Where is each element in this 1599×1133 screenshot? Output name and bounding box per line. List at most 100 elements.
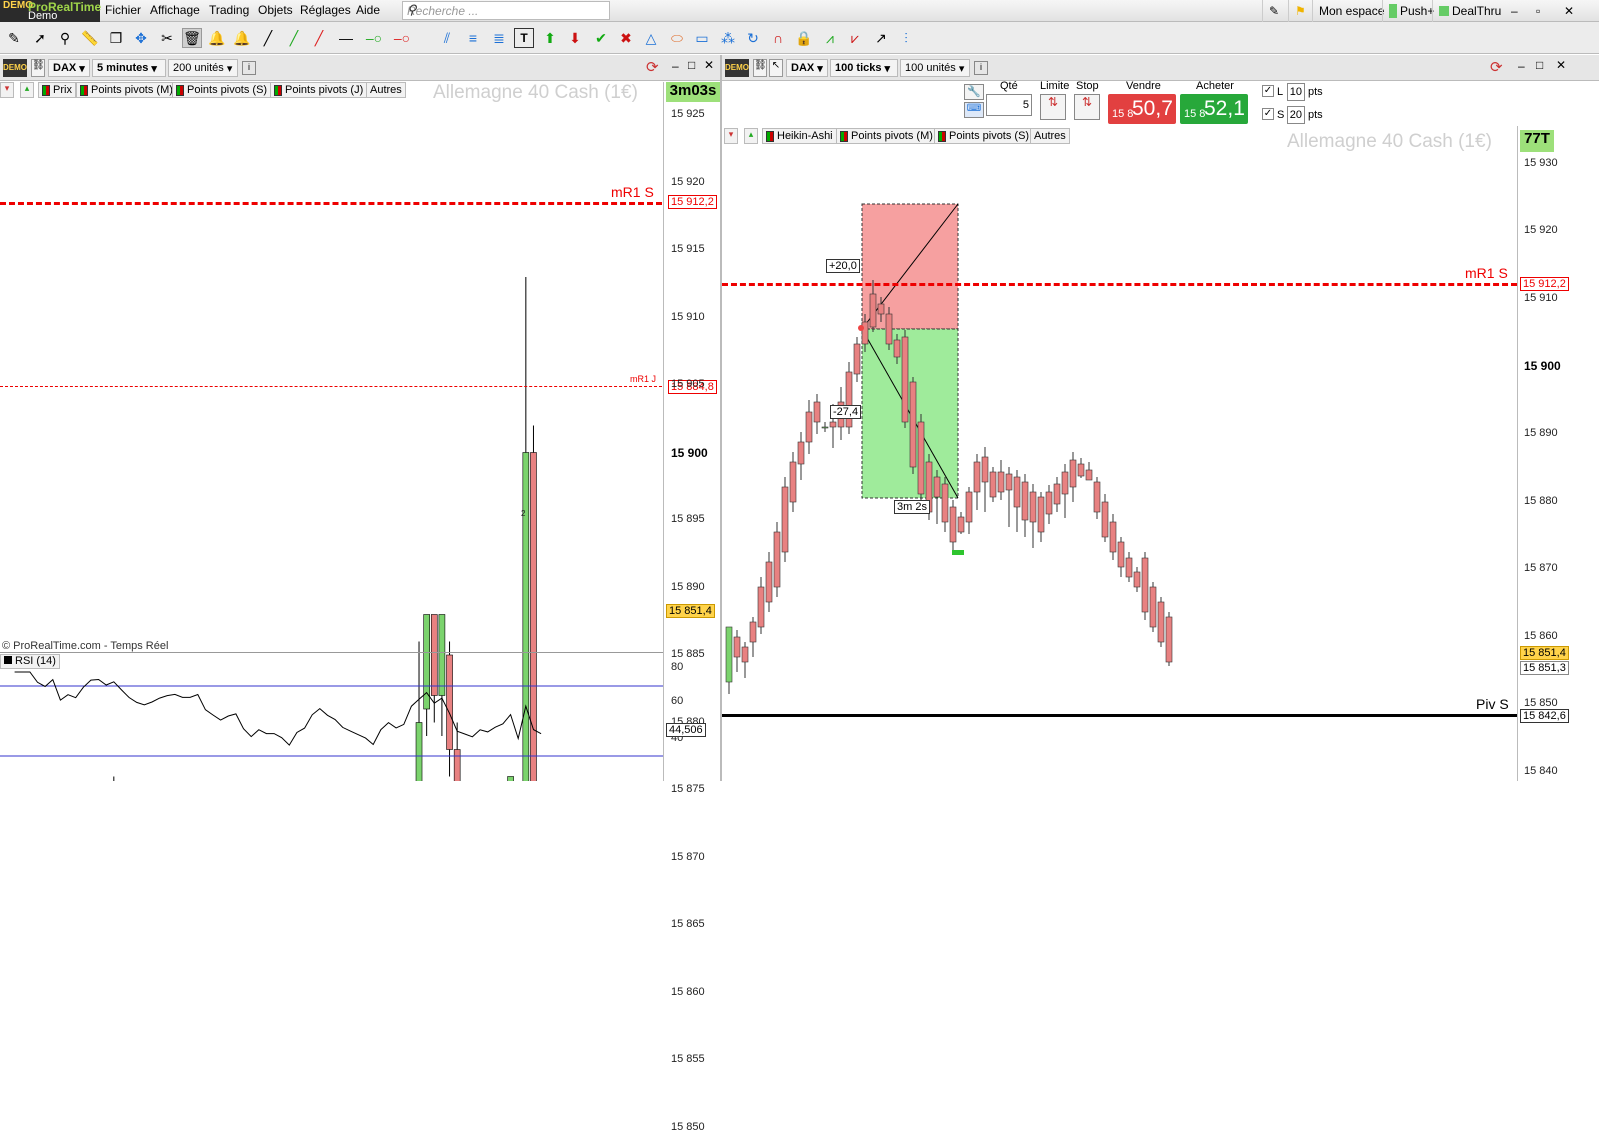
menu-fichier[interactable]: Fichier [105, 3, 141, 17]
arrow-down-icon[interactable]: ⬇ [565, 28, 585, 48]
left-axis-label: 15 895 [671, 513, 705, 525]
sync-icon[interactable]: ⟳ [1490, 58, 1503, 76]
panel-maximize-icon[interactable]: □ [688, 58, 695, 72]
pivs-line[interactable] [722, 714, 1517, 717]
mr1s-line[interactable] [0, 202, 662, 205]
instrument-select[interactable]: DAX ▾ [48, 59, 90, 77]
drawing-toolbar: ✎ ➚ ⚲ 📏 ❐ ✥ ✂ 🗑 🔔 🔔 ╱ ╱ ╱ — –○ –○ ⫽ ≡ ≣ … [0, 22, 1599, 54]
info-icon[interactable]: i [974, 61, 988, 75]
info-icon[interactable]: i [242, 61, 256, 75]
arrow-diag-icon[interactable]: ↗ [871, 28, 891, 48]
right-price-chart[interactable] [722, 82, 1599, 781]
search-input[interactable]: Recherche ... ⚲ [402, 1, 610, 20]
panel-minimize-icon[interactable]: – [1518, 59, 1525, 73]
ha-body [1021, 481, 1029, 521]
trend-icon[interactable]: ⩘ [820, 28, 840, 48]
ha-body [989, 471, 997, 498]
ha-body [733, 636, 741, 658]
line-red-icon[interactable]: ╱ [309, 28, 329, 48]
hline-icon[interactable]: — [336, 28, 356, 48]
right-chart-area: 🔧 ⌨ Qté 5 Limite ⇅ Stop ⇅ Vendre 15 8 50… [722, 80, 1599, 781]
instrument-select[interactable]: DAX ▾ [786, 59, 828, 77]
channel-icon[interactable]: ⫽ [437, 28, 457, 48]
units-select[interactable]: 100 unités ▾ [900, 59, 970, 77]
left-axis-label: 15 910 [671, 310, 705, 323]
magnet-icon[interactable]: ∩ [768, 28, 788, 48]
pitchfork-icon[interactable]: ⁂ [718, 28, 738, 48]
pen-settings-icon[interactable]: ✎ [1262, 0, 1288, 22]
cursor-icon[interactable]: ➚ [30, 28, 50, 48]
timeframe-select[interactable]: 5 minutes ▾ [92, 59, 166, 77]
menu-reglages[interactable]: Réglages [300, 3, 351, 17]
ha-body [789, 461, 797, 503]
hline-green-icon[interactable]: –○ [364, 28, 384, 48]
right-axis-label: 15 840 [1524, 765, 1558, 778]
panel-maximize-icon[interactable]: □ [1536, 58, 1543, 72]
link-icon[interactable]: ⛓ [31, 59, 45, 77]
ha-body [1053, 483, 1061, 505]
pencil-icon[interactable]: ✎ [4, 28, 24, 48]
ha-body [997, 471, 1005, 493]
menu-affichage[interactable]: Affichage [150, 3, 200, 17]
cursor-mode-icon[interactable]: ↖ [769, 59, 783, 77]
fibonacci-icon[interactable]: ≡ [463, 28, 483, 48]
tools-icon[interactable]: ✂ [157, 28, 177, 48]
menu-trading[interactable]: Trading [209, 3, 249, 17]
panel-close-icon[interactable]: ✕ [704, 58, 714, 72]
mr1s-line[interactable] [722, 283, 1517, 286]
rsi-swatch-icon [4, 656, 12, 664]
move-icon[interactable]: ✥ [131, 28, 151, 48]
close-icon[interactable]: ✕ [1558, 0, 1580, 22]
left-axis-label: 15 850 [671, 1120, 705, 1133]
maximize-icon[interactable]: ▫ [1530, 0, 1546, 22]
mr1j-line[interactable] [0, 386, 662, 387]
rsi-legend[interactable]: RSI (14) [0, 654, 60, 669]
copy-icon[interactable]: ❐ [106, 28, 126, 48]
units-select[interactable]: 200 unités ▾ [168, 59, 238, 77]
demo-icon: DEMO [725, 59, 749, 77]
dealthru-button[interactable]: DealThru [1432, 0, 1507, 22]
ha-body [797, 441, 805, 465]
fib-fan-icon[interactable]: ≣ [489, 28, 509, 48]
rsi-separator[interactable] [0, 652, 663, 653]
flag-icon[interactable]: ⚑ [1288, 0, 1312, 22]
ha-body [877, 303, 885, 315]
entry-dot [858, 325, 864, 331]
text-icon[interactable]: T [514, 28, 534, 48]
panel-close-icon[interactable]: ✕ [1556, 58, 1566, 72]
trash-icon[interactable]: 🗑 [182, 28, 202, 48]
minimize-icon[interactable]: – [1505, 0, 1524, 22]
menu-objets[interactable]: Objets [258, 3, 293, 17]
ha-body [749, 621, 757, 643]
link-icon[interactable]: ⛓ [753, 59, 767, 77]
ha-body [781, 486, 789, 553]
panel-minimize-icon[interactable]: – [672, 59, 679, 73]
zigzag-icon[interactable]: ⩗ [845, 28, 865, 48]
ha-body [973, 461, 981, 493]
bell-alert-icon[interactable]: 🔔 [207, 28, 227, 48]
sync-icon[interactable]: ⟳ [646, 58, 659, 76]
hline-red-icon[interactable]: –○ [392, 28, 412, 48]
ruler-icon[interactable]: 📏 [80, 28, 100, 48]
lock-icon[interactable]: 🔒 [794, 28, 814, 48]
arrow-up-icon[interactable]: ⬆ [540, 28, 560, 48]
cycle-icon[interactable]: ↻ [743, 28, 763, 48]
line-green-icon[interactable]: ╱ [284, 28, 304, 48]
rsi-line [14, 671, 542, 746]
search-icon[interactable]: ⚲ [407, 2, 606, 18]
zoom-icon[interactable]: ⚲ [55, 28, 75, 48]
triangle-icon[interactable]: △ [641, 28, 661, 48]
fib-time-icon[interactable]: ⫶ [896, 28, 916, 48]
bell-icon[interactable]: 🔔 [232, 28, 252, 48]
ha-body [757, 586, 765, 628]
line-black-icon[interactable]: ╱ [258, 28, 278, 48]
timeframe-select[interactable]: 100 ticks ▾ [830, 59, 898, 77]
cross-icon[interactable]: ✖ [616, 28, 636, 48]
workspace-button[interactable]: Mon espace [1312, 0, 1390, 22]
right-panel-header: DEMO ⛓ ↖ DAX ▾ 100 ticks ▾ 100 unités ▾ … [722, 55, 1599, 81]
ellipse-icon[interactable]: ⬭ [667, 28, 687, 48]
rectangle-icon[interactable]: ▭ [692, 28, 712, 48]
check-icon[interactable]: ✔ [591, 28, 611, 48]
rsi-chart[interactable] [0, 668, 663, 781]
menu-aide[interactable]: Aide [356, 3, 380, 17]
